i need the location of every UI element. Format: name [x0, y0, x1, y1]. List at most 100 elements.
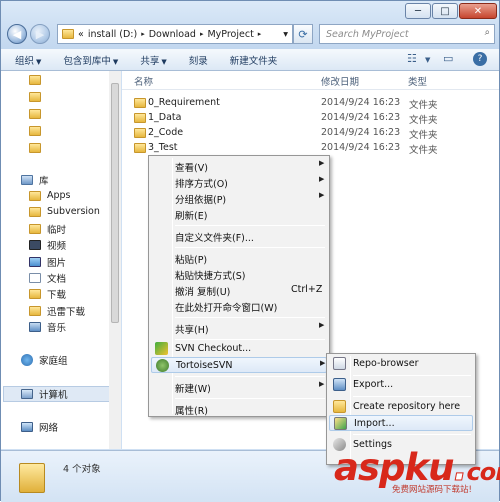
file-row[interactable]: 2_Code2014/9/24 16:23文件夹 [134, 126, 494, 140]
menu-item-tortoisesvn[interactable]: TortoiseSVN▶ [151, 357, 327, 373]
nav-library[interactable]: 库 [21, 173, 49, 187]
file-date: 2014/9/24 16:23 [321, 127, 400, 138]
column-header-date[interactable]: 修改日期 [321, 74, 359, 88]
command-bar: 组织▼ 包含到库中▼ 共享▼ 刻录 新建文件夹 ☷ ▼ ▭ ? [1, 49, 499, 71]
nav-item-temp[interactable]: 临时 [29, 222, 66, 236]
menu-separator [353, 375, 471, 376]
address-overflow[interactable]: « [78, 29, 84, 40]
menu-separator [175, 317, 325, 318]
organize-button[interactable]: 组织▼ [15, 53, 41, 67]
folder-icon [29, 75, 41, 85]
folder-icon [134, 143, 146, 153]
column-header-type[interactable]: 类型 [408, 74, 427, 88]
nav-homegroup[interactable]: 家庭组 [21, 353, 68, 367]
breadcrumb-download[interactable]: Download [149, 29, 196, 40]
menu-item-label: 查看(V) [175, 160, 208, 174]
menu-item-label: Repo-browser [353, 358, 418, 369]
address-dropdown-icon[interactable]: ▾ [283, 29, 288, 40]
menu-separator [175, 225, 325, 226]
menu-item-customize[interactable]: 自定义文件夹(F)... [151, 228, 327, 244]
menu-item-sort[interactable]: 排序方式(O)▶ [151, 174, 327, 190]
file-row[interactable]: 1_Data2014/9/24 16:23文件夹 [134, 111, 494, 125]
folder-icon [19, 463, 45, 493]
menu-item-properties[interactable]: 属性(R) [151, 401, 327, 417]
menu-item-group[interactable]: 分组依据(P)▶ [151, 190, 327, 206]
close-button[interactable]: ✕ [459, 3, 497, 19]
menu-item-label: 刷新(E) [175, 208, 207, 222]
menu-item-create-repo[interactable]: Create repository here [329, 399, 473, 415]
menu-item-new[interactable]: 新建(W)▶ [151, 379, 327, 395]
nav-item-label: 图片 [47, 255, 66, 269]
view-options-icon[interactable]: ☷ [407, 52, 417, 65]
nav-item-downloads[interactable]: 下载 [29, 287, 66, 301]
menu-item-cmd-here[interactable]: 在此处打开命令窗口(W) [151, 298, 327, 314]
minimize-button[interactable]: ─ [405, 3, 431, 19]
help-icon[interactable]: ? [473, 52, 487, 66]
menu-item-label: 自定义文件夹(F)... [175, 230, 254, 244]
nav-network[interactable]: 网络 [21, 420, 58, 434]
back-button[interactable]: ◀ [7, 24, 27, 44]
menu-item-export[interactable]: Export... [329, 377, 473, 393]
menu-item-share[interactable]: 共享(H)▶ [151, 320, 327, 336]
nav-item-xunlei[interactable]: 迅雷下载 [29, 304, 85, 318]
nav-item-videos[interactable]: 视频 [29, 238, 66, 252]
preview-pane-icon[interactable]: ▭ [443, 52, 453, 65]
nav-item-documents[interactable]: 文档 [29, 271, 66, 285]
library-icon [21, 175, 33, 185]
breadcrumb-myproject[interactable]: MyProject [207, 29, 253, 40]
nav-folder[interactable] [29, 109, 41, 119]
new-folder-button[interactable]: 新建文件夹 [230, 53, 278, 67]
folder-icon [29, 306, 41, 316]
nav-folder[interactable] [29, 92, 41, 102]
nav-folder[interactable] [29, 126, 41, 136]
share-button[interactable]: 共享▼ [140, 53, 166, 67]
nav-folder[interactable] [29, 75, 41, 85]
submenu-arrow-icon: ▶ [319, 191, 324, 199]
header-divider [122, 89, 499, 90]
menu-item-label: 粘贴(P) [175, 252, 207, 266]
breadcrumb-separator-icon[interactable]: ▸ [200, 30, 204, 38]
menu-item-undo[interactable]: 撤消 复制(U)Ctrl+Z [151, 282, 327, 298]
nav-computer-label: 计算机 [39, 387, 68, 401]
breadcrumb-separator-icon[interactable]: ▸ [258, 30, 262, 38]
menu-item-paste[interactable]: 粘贴(P) [151, 250, 327, 266]
menu-item-label: 新建(W) [175, 381, 211, 395]
menu-item-label: 粘贴快捷方式(S) [175, 268, 245, 282]
menu-item-view[interactable]: 查看(V)▶ [151, 158, 327, 174]
search-icon[interactable]: ⌕ [485, 27, 490, 38]
view-dropdown-icon[interactable]: ▼ [425, 56, 430, 64]
search-input[interactable]: Search MyProject ⌕ [319, 24, 495, 44]
nav-scrollbar-thumb[interactable] [111, 83, 119, 323]
menu-item-label: 共享(H) [175, 322, 209, 336]
nav-item-music[interactable]: 音乐 [29, 320, 66, 334]
maximize-button[interactable]: □ [432, 3, 458, 19]
search-placeholder: Search MyProject [326, 29, 409, 40]
breadcrumb-separator-icon[interactable]: ▸ [141, 30, 145, 38]
menu-item-paste-shortcut[interactable]: 粘贴快捷方式(S) [151, 266, 327, 282]
menu-item-repo-browser[interactable]: Repo-browser [329, 356, 473, 372]
burn-button[interactable]: 刻录 [189, 53, 208, 67]
nav-computer[interactable]: 计算机 [21, 387, 68, 401]
nav-folder[interactable] [29, 143, 41, 153]
refresh-icon[interactable]: ⟳ [293, 24, 313, 44]
menu-item-svn-checkout[interactable]: SVN Checkout... [151, 341, 327, 357]
nav-item-apps[interactable]: Apps [29, 190, 71, 201]
navigation-pane: 库 Apps Subversion 临时 视频 图片 文档 下载 迅雷下载 音乐… [1, 71, 121, 449]
file-row[interactable]: 0_Requirement2014/9/24 16:23文件夹 [134, 96, 494, 110]
breadcrumb-drive[interactable]: install (D:) [88, 29, 137, 40]
file-date: 2014/9/24 16:23 [321, 112, 400, 123]
column-header-name[interactable]: 名称 [134, 74, 153, 88]
menu-item-label: TortoiseSVN [176, 360, 233, 371]
nav-homegroup-label: 家庭组 [39, 353, 68, 367]
menu-item-refresh[interactable]: 刷新(E) [151, 206, 327, 222]
forward-button[interactable]: ▶ [30, 24, 50, 44]
nav-item-subversion[interactable]: Subversion [29, 206, 100, 217]
homegroup-icon [21, 354, 33, 366]
menu-item-import[interactable]: Import... [329, 415, 473, 431]
file-row[interactable]: 3_Test2014/9/24 16:23文件夹 [134, 141, 494, 155]
nav-item-pictures[interactable]: 图片 [29, 255, 66, 269]
address-bar[interactable]: « install (D:) ▸ Download ▸ MyProject ▸ … [57, 24, 293, 44]
menu-item-label: SVN Checkout... [175, 343, 251, 354]
include-library-button[interactable]: 包含到库中▼ [63, 53, 118, 67]
export-icon [333, 378, 346, 391]
